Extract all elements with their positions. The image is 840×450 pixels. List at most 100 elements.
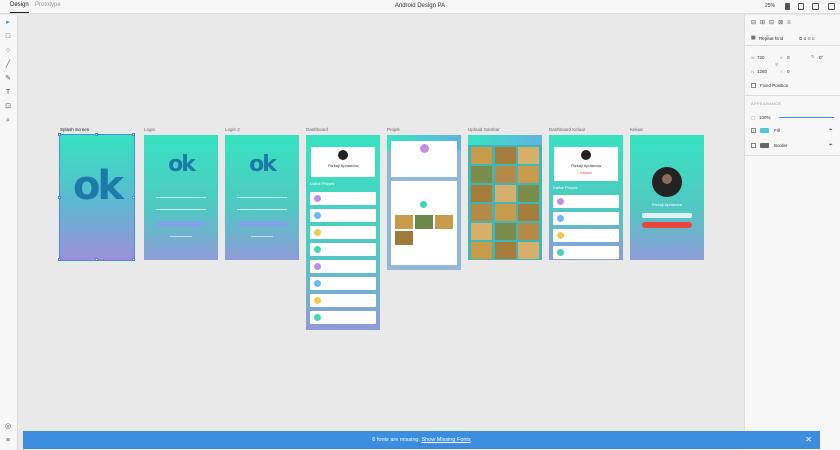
close-icon[interactable]: ✕ [805,431,812,449]
project-icon [557,215,564,222]
profile-name: Rizkaji Apriandra [651,202,682,207]
assets-icon[interactable]: ◎ [4,423,12,431]
login-button [156,221,206,227]
photo-tile [471,223,492,240]
y-value[interactable]: 0 [787,69,790,74]
fixed-position-checkbox[interactable] [751,83,756,88]
opacity-value[interactable]: 100% [759,115,771,120]
project-icon [314,195,321,202]
align-icons[interactable]: ⊟⊞⊟⊠≡ [751,19,795,26]
list-item [553,246,619,259]
ellipse-tool-icon[interactable]: ○ [4,47,12,55]
opacity-slider[interactable] [779,117,834,118]
project-icon [557,249,564,256]
opacity-icon: ▢ [751,115,756,120]
artboard-body[interactable] [468,135,542,260]
divider [745,95,840,96]
border-checkbox[interactable] [751,143,756,148]
resize-handle[interactable] [58,196,61,199]
artboard-label[interactable]: Dashboard Keluar [549,127,585,132]
list-item [310,243,376,256]
border-label: Border [774,143,788,148]
resize-handle[interactable] [95,258,98,261]
photo-tile [494,166,516,183]
keluar-link: Keluar [580,170,592,175]
artboard-label[interactable]: Login 2 [225,127,240,132]
photo-tile [494,223,516,240]
list-item [553,212,619,225]
info-field [642,213,692,218]
photo-tile [471,147,492,164]
rotate-icon: ↻ [811,54,815,59]
resize-handle[interactable] [132,258,135,261]
photo-tile [518,223,539,240]
pen-tool-icon[interactable]: ✎ [4,75,12,83]
photo-tile [518,204,539,221]
artboard-body[interactable]: Rizkaji Apriandra Daftar Proyek [306,135,380,330]
password-field [156,209,206,210]
photo-tile [494,185,516,202]
boolean-ops-icons[interactable]: ⧉ ⧈ ⊟ ⊠ [799,36,815,41]
resize-handle[interactable] [95,133,98,136]
select-tool-icon[interactable]: ▸ [4,19,12,27]
artboard-body[interactable]: Rizkaji Apriandra Keluar Daftar Proyek [549,135,623,260]
fixed-position-label: Fixed Position [760,83,789,88]
height-value[interactable]: 1280 [757,69,767,74]
photo-tile [494,242,516,259]
border-swatch[interactable] [760,143,769,148]
lock-aspect-icon[interactable]: ⚲ [775,62,778,68]
show-missing-fonts-link[interactable]: Show Missing Fonts [422,437,471,443]
rotation-value[interactable]: 0° [819,55,823,60]
share-icon[interactable] [812,3,819,10]
username-field [156,197,206,198]
appearance-heading: APPEARANCE [751,101,782,106]
layers-icon[interactable]: ≡ [4,437,12,445]
fill-label: Fill [774,128,780,133]
artboard-body[interactable]: Rizkaji Apriandra [630,135,704,260]
resize-handle[interactable] [58,258,61,261]
resize-handle[interactable] [132,196,135,199]
artboard-tool-icon[interactable]: ⊡ [4,103,12,111]
profile-name: Rizkaji Apriandra [570,163,601,168]
password-field [237,209,287,210]
artboard-label[interactable]: Splash Screen [60,127,89,132]
artboard-label[interactable]: Keluar [630,127,643,132]
toolbar-left: ▸ □ ○ ╱ ✎ T ⊡ ⌕ ◎ ≡ [0,15,18,450]
rectangle-tool-icon[interactable]: □ [4,33,12,41]
artboard-body[interactable]: ok [225,135,299,260]
missing-fonts-banner: 6 fonts are missing. Show Missing Fonts … [23,431,820,449]
play-icon[interactable] [785,3,790,10]
canvas[interactable]: Splash Screen ok Login ok Login 2 ok Das… [19,15,744,435]
export-icon[interactable] [828,3,835,10]
app-logo: ok [72,163,124,209]
device-preview-icon[interactable] [798,3,804,10]
list-item [310,192,376,205]
resize-handle[interactable] [132,133,135,136]
eyedropper-icon[interactable]: ✒ [829,127,833,133]
profile-name: Rizkaji Apriandra [327,163,358,168]
artboard-body[interactable]: ok [59,134,135,261]
artboard-label[interactable]: Upload Gambar [468,127,500,132]
divider [745,155,840,156]
artboard-label[interactable]: Dashboard [306,127,328,132]
line-tool-icon[interactable]: ╱ [4,61,12,69]
width-value[interactable]: 720 [757,55,765,60]
fill-checkbox[interactable]: ✓ [751,128,756,133]
document-title: Android Design PA [394,3,446,9]
text-tool-icon[interactable]: T [4,89,12,97]
banner-message: 6 fonts are missing. [372,437,420,443]
artboard-label[interactable]: Projek [387,127,400,132]
artboard-label[interactable]: Login [144,127,155,132]
zoom-tool-icon[interactable]: ⌕ [4,117,12,125]
fill-swatch[interactable] [760,128,769,133]
artboard-body[interactable]: ok [144,135,218,260]
project-card [391,141,457,177]
x-value[interactable]: 0 [787,55,790,60]
photo-tile [471,204,492,221]
artboard-body[interactable] [387,135,461,270]
repeat-grid-label[interactable]: Repeat Grid [759,36,783,41]
resize-handle[interactable] [58,133,61,136]
list-item [310,260,376,273]
zoom-level[interactable]: 25% [765,3,775,9]
eyedropper-icon[interactable]: ✒ [829,142,833,148]
